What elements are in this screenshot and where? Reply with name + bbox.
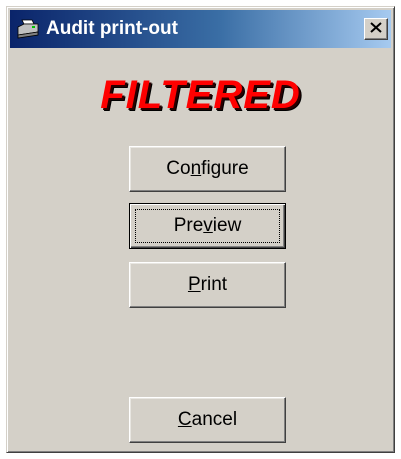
configure-label: Configure	[166, 158, 249, 179]
close-button[interactable]	[364, 18, 388, 40]
print-button[interactable]: Print	[129, 262, 286, 308]
close-icon	[370, 20, 382, 38]
configure-button[interactable]: Configure	[129, 146, 286, 192]
printer-icon	[16, 19, 40, 39]
preview-label: Preview	[173, 215, 242, 236]
cancel-button[interactable]: Cancel	[129, 397, 286, 443]
window-title: Audit print-out	[46, 18, 178, 39]
cancel-label: Cancel	[177, 409, 238, 430]
audit-dialog: Audit print-out FILTERED Configure Previ…	[6, 6, 395, 453]
filter-status-heading: FILTERED	[100, 73, 301, 117]
preview-button[interactable]: Preview	[129, 203, 286, 249]
title-bar[interactable]: Audit print-out	[10, 10, 391, 48]
print-label: Print	[187, 274, 228, 295]
